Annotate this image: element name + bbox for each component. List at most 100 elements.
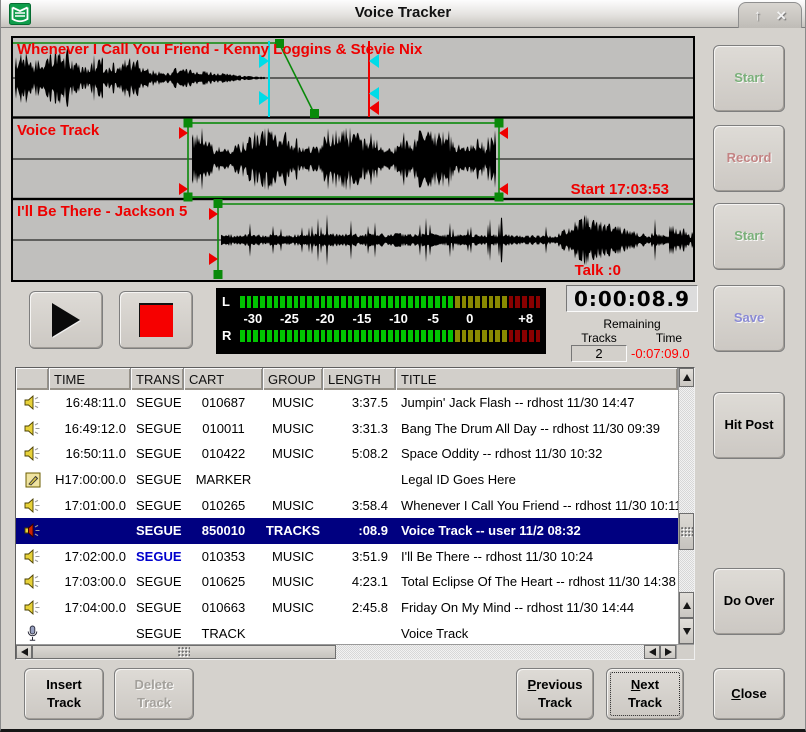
close-window-button[interactable]: × [776,7,786,24]
time-remaining-value: -0:07:09.0 [631,345,701,362]
row-speaker-icon [16,492,49,518]
waveform-display[interactable]: Whenever I Call You Friend - Kenny Loggi… [11,36,695,282]
log-table-body: 16:48:11.0SEGUE010687MUSIC3:37.5Jumpin' … [16,390,678,644]
row-group [263,620,323,644]
scroll-down-button[interactable] [679,618,694,644]
row-time [49,620,131,644]
remaining-label: Remaining [566,317,698,331]
tracks-remaining-value: 2 [571,345,627,362]
meter-scale-label: -15 [353,311,372,326]
titlebar: Voice Tracker ↑ × [1,0,805,28]
waveforms[interactable] [13,38,693,280]
do-over-button[interactable]: Do Over [713,568,785,635]
row-group: MUSIC [263,492,323,518]
vertical-scroll-thumb[interactable] [679,513,694,550]
log-row[interactable]: 17:04:00.0SEGUE010663MUSIC2:45.8Friday O… [16,595,678,621]
window-title: Voice Tracker [1,4,805,21]
start-button-1[interactable]: Start [713,45,785,112]
save-button[interactable]: Save [713,285,785,352]
log-row[interactable]: 16:50:11.0SEGUE010422MUSIC5:08.2Space Od… [16,441,678,467]
meter-scale-label: -25 [280,311,299,326]
row-cart: MARKER [184,467,263,493]
row-time: 17:03:00.0 [49,569,131,595]
row-time: 16:48:11.0 [49,390,131,416]
shade-window-button[interactable]: ↑ [754,8,762,23]
stop-button[interactable] [119,291,193,349]
meter-left-label: L [222,294,240,309]
row-group: MUSIC [263,390,323,416]
log-row[interactable]: 16:49:12.0SEGUE010011MUSIC3:31.3Bang The… [16,416,678,442]
row-length: :08.9 [323,518,396,544]
meter-scale-label: -20 [316,311,335,326]
meter-scale-label: 0 [466,311,473,326]
start-button-2[interactable]: Start [713,203,785,270]
row-trans: SEGUE [131,518,184,544]
row-title: Legal ID Goes Here [396,467,678,493]
row-trans: SEGUE [131,467,184,493]
row-speaker-icon [16,390,49,416]
row-group: MUSIC [263,441,323,467]
row-trans: SEGUE [131,441,184,467]
log-row[interactable]: 17:02:00.0SEGUE010353MUSIC3:51.9I'll Be … [16,544,678,570]
vertical-scrollbar[interactable] [678,368,694,644]
row-trans: SEGUE [131,544,184,570]
next-track-button[interactable]: Next Track [606,668,684,720]
row-trans: SEGUE [131,492,184,518]
row-speaker-icon [16,416,49,442]
row-time: 16:50:11.0 [49,441,131,467]
col-header-length[interactable]: LENGTH [323,368,396,390]
col-header-title[interactable]: TITLE [396,368,678,390]
scroll-up-button[interactable] [679,368,694,387]
meter-scale-label: -10 [389,311,408,326]
scroll-left-button-2[interactable] [644,645,660,659]
log-row[interactable]: H17:00:00.0SEGUEMARKERLegal ID Goes Here [16,467,678,493]
col-header-cart[interactable]: CART [184,368,263,390]
row-cart: 010687 [184,390,263,416]
log-row[interactable]: SEGUETRACKVoice Track [16,620,678,644]
log-row[interactable]: 17:01:00.0SEGUE010265MUSIC3:58.4Whenever… [16,492,678,518]
log-table-header: TIME TRANS CART GROUP LENGTH TITLE [16,368,678,390]
row-speaker-red-icon [16,518,49,544]
col-header-icon[interactable] [16,368,49,390]
record-button[interactable]: Record [713,125,785,192]
row-speaker-icon [16,569,49,595]
row-group: MUSIC [263,416,323,442]
row-speaker-icon [16,544,49,570]
row-title: Whenever I Call You Friend -- rdhost 11/… [396,492,678,518]
col-header-group[interactable]: GROUP [263,368,323,390]
horizontal-scroll-thumb[interactable] [32,645,336,659]
meter-scale: -30-25-20-15-10-50+8 [222,309,540,328]
left-arrow-icon [21,648,28,656]
scroll-right-button[interactable] [660,645,676,659]
log-row[interactable]: 17:03:00.0SEGUE010625MUSIC4:23.1Total Ec… [16,569,678,595]
row-cart: 010625 [184,569,263,595]
play-button[interactable] [29,291,103,349]
row-length [323,467,396,493]
previous-track-button[interactable]: Previous Track [516,668,594,720]
row-title: Voice Track [396,620,678,644]
hit-post-button[interactable]: Hit Post [713,392,785,459]
horizontal-scrollbar[interactable] [16,644,676,659]
row-length: 3:51.9 [323,544,396,570]
col-header-trans[interactable]: TRANS [131,368,184,390]
row-length: 3:58.4 [323,492,396,518]
row-time: 17:04:00.0 [49,595,131,621]
insert-track-button[interactable]: InsertTrack [24,668,104,720]
row-title: Total Eclipse Of The Heart -- rdhost 11/… [396,569,678,595]
scroll-left-button[interactable] [16,645,32,659]
log-row[interactable]: 16:48:11.0SEGUE010687MUSIC3:37.5Jumpin' … [16,390,678,416]
row-length: 2:45.8 [323,595,396,621]
stop-icon [139,303,173,337]
scroll-up-button-2[interactable] [679,592,694,618]
row-title: Friday On My Mind -- rdhost 11/30 14:44 [396,595,678,621]
log-row[interactable]: SEGUE850010TRACKS:08.9Voice Track -- use… [16,518,678,544]
row-cart: 010422 [184,441,263,467]
row-time: 17:01:00.0 [49,492,131,518]
col-header-time[interactable]: TIME [49,368,131,390]
close-button[interactable]: Close [713,668,785,720]
left-arrow-icon [649,648,656,656]
log-table: TIME TRANS CART GROUP LENGTH TITLE 16:48… [15,367,695,660]
row-cart: 010663 [184,595,263,621]
meter-right-label: R [222,328,240,343]
delete-track-button[interactable]: DeleteTrack [114,668,194,720]
